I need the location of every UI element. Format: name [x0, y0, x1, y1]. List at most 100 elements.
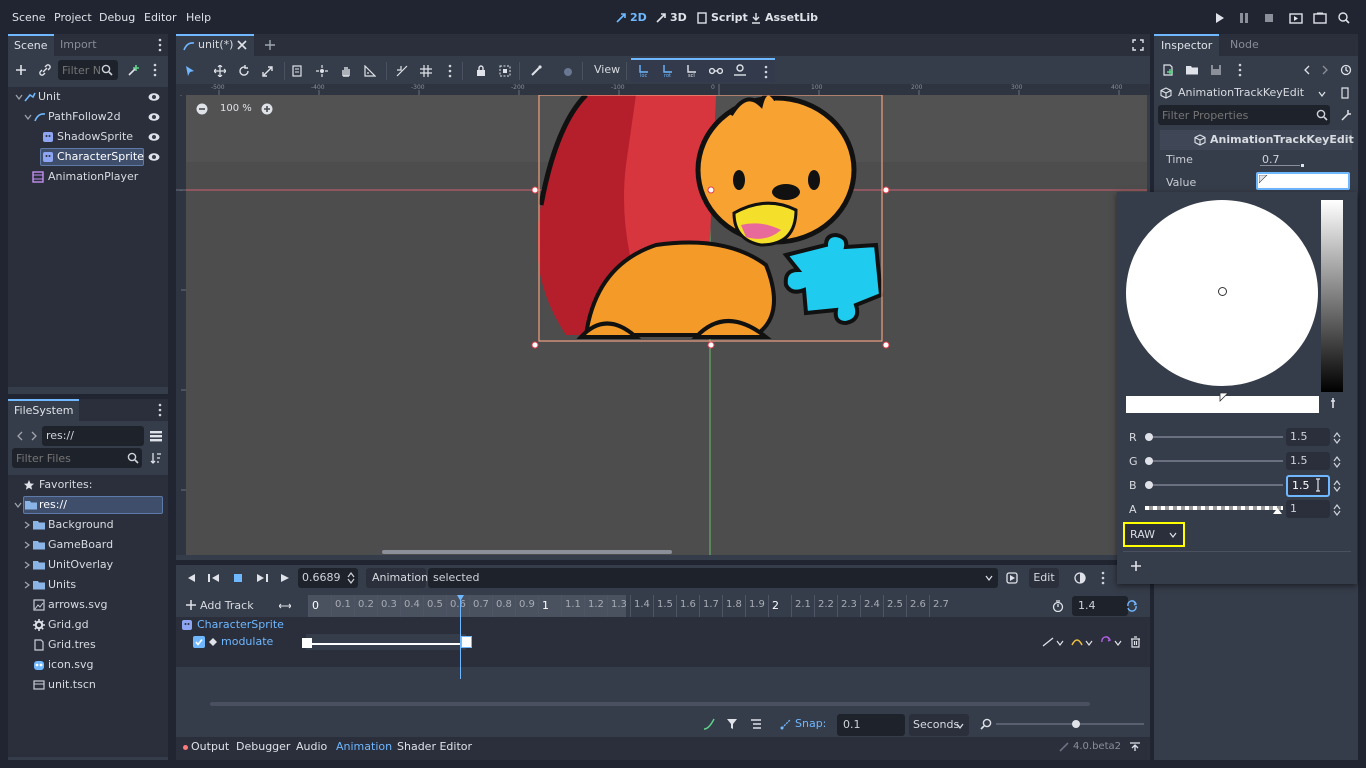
bottom-tab-audio[interactable]: Audio — [296, 740, 327, 753]
smart-snap-icon[interactable] — [392, 61, 412, 81]
select-tool-icon[interactable] — [180, 61, 200, 81]
bezier-icon[interactable] — [703, 718, 715, 730]
eyedropper-icon[interactable] — [1329, 398, 1337, 410]
property-time-slider[interactable] — [1260, 165, 1300, 166]
path-field[interactable]: res:// — [42, 426, 144, 446]
script-icon[interactable] — [1340, 87, 1352, 99]
menu-debug[interactable]: Debug — [99, 11, 135, 24]
channel-b-slider[interactable] — [1145, 484, 1283, 486]
chevron-down-icon[interactable] — [1085, 640, 1093, 646]
chevron-right-icon[interactable] — [23, 561, 31, 569]
attach-script-icon[interactable] — [127, 64, 140, 77]
interpolation-linear-icon[interactable] — [1042, 637, 1054, 647]
playhead[interactable] — [460, 595, 461, 679]
new-resource-icon[interactable] — [1162, 64, 1174, 76]
filter-properties-input[interactable] — [1158, 105, 1330, 125]
kebab-icon[interactable] — [153, 63, 157, 77]
key-auto-icon[interactable] — [733, 64, 747, 78]
bottom-tab-shader-editor[interactable]: Shader Editor — [397, 740, 472, 753]
pause-button[interactable] — [1238, 12, 1250, 24]
file-item-icon-svg[interactable]: icon.svg — [8, 655, 168, 675]
list-select-icon[interactable] — [288, 61, 308, 81]
channel-g-input[interactable]: 1.5 — [1286, 452, 1330, 470]
key-rotation-icon[interactable]: rot — [661, 64, 675, 78]
loop-wrap-icon[interactable] — [1100, 636, 1112, 648]
chevron-right-icon[interactable] — [23, 581, 31, 589]
key-insert-icon[interactable] — [709, 65, 723, 77]
track-group-label[interactable]: CharacterSprite — [197, 618, 284, 631]
eye-icon[interactable] — [148, 131, 160, 143]
property-time-grabber[interactable] — [1301, 164, 1304, 167]
pivot-icon[interactable] — [312, 61, 332, 81]
snap-value-field[interactable]: 0.1 — [837, 714, 905, 736]
view-menu-button[interactable]: View — [594, 63, 620, 76]
tab-inspector[interactable]: Inspector — [1154, 34, 1220, 56]
workspace-script-button[interactable]: Script — [696, 11, 748, 24]
stop-button[interactable] — [1263, 12, 1275, 24]
track-list-icon[interactable] — [750, 718, 762, 730]
spin-arrows-icon[interactable] — [1333, 456, 1341, 468]
close-icon[interactable] — [237, 40, 247, 50]
section-header[interactable]: AnimationTrackKeyEdit — [1160, 130, 1354, 150]
kebab-icon[interactable] — [158, 38, 162, 52]
key-scale-icon[interactable]: scl — [685, 64, 699, 78]
property-value-color-button[interactable] — [1256, 172, 1350, 190]
eye-icon[interactable] — [148, 151, 160, 163]
kebab-icon[interactable] — [158, 403, 162, 417]
animation-select[interactable]: selected — [428, 568, 998, 588]
horizontal-scrollbar[interactable] — [382, 550, 672, 554]
file-item-unit-tscn[interactable]: unit.tscn — [8, 675, 168, 695]
file-item-grid-gd[interactable]: Grid.gd — [8, 615, 168, 635]
move-tool-icon[interactable] — [210, 61, 230, 81]
spin-arrows-icon[interactable] — [1333, 480, 1341, 492]
channel-r-grabber[interactable] — [1145, 433, 1153, 441]
color-mode-select[interactable]: RAW — [1123, 522, 1185, 547]
kebab-icon[interactable] — [440, 61, 460, 81]
kebab-icon[interactable] — [764, 65, 768, 79]
add-icon[interactable] — [186, 600, 196, 610]
character-sprite[interactable] — [186, 95, 1147, 555]
tree-item-charactersprite[interactable]: CharacterSprite — [8, 147, 168, 167]
file-item-grid-tres[interactable]: Grid.tres — [8, 635, 168, 655]
forward-arrow-icon[interactable] — [1321, 65, 1329, 75]
channel-r-slider[interactable] — [1145, 436, 1283, 438]
play-from-start-icon[interactable] — [256, 573, 268, 583]
particles-icon[interactable] — [558, 61, 578, 81]
grid-snap-icon[interactable] — [416, 61, 436, 81]
play-button[interactable] — [1213, 12, 1225, 24]
bottom-tab-debugger[interactable]: Debugger — [236, 740, 290, 753]
chevron-down-icon[interactable] — [985, 575, 993, 581]
file-item-unitoverlay[interactable]: UnitOverlay — [8, 555, 168, 575]
add-tab-icon[interactable] — [264, 39, 276, 51]
play-icon[interactable] — [280, 573, 290, 583]
rotate-tool-icon[interactable] — [234, 61, 254, 81]
menu-scene[interactable]: Scene — [12, 11, 46, 24]
file-item-arrows-svg[interactable]: arrows.svg — [8, 595, 168, 615]
tree-item-animationplayer[interactable]: AnimationPlayer — [8, 167, 168, 187]
channel-b-grabber[interactable] — [1145, 481, 1153, 489]
back-arrow-icon[interactable] — [16, 431, 24, 441]
menu-help[interactable]: Help — [186, 11, 211, 24]
file-item-gameboard[interactable]: GameBoard — [8, 535, 168, 555]
chevron-down-icon[interactable] — [956, 723, 964, 729]
chevron-down-icon[interactable] — [15, 93, 23, 101]
eye-icon[interactable] — [148, 91, 160, 103]
skeleton-icon[interactable] — [526, 61, 546, 81]
ruler-icon[interactable] — [360, 61, 380, 81]
channel-b-input[interactable]: 1.5 — [1286, 475, 1330, 497]
tree-item-shadowsprite[interactable]: ShadowSprite — [8, 127, 168, 147]
scene-tab-unit[interactable]: unit(*) — [176, 34, 254, 56]
filter-icon[interactable] — [726, 718, 738, 730]
animation-length-field[interactable]: 1.4 — [1072, 596, 1128, 616]
tab-filesystem[interactable]: FileSystem — [8, 399, 80, 421]
file-item-background[interactable]: Background — [8, 515, 168, 535]
play-backwards-icon[interactable] — [186, 573, 196, 583]
onion-skin-icon[interactable] — [1074, 572, 1086, 584]
track-label-modulate[interactable]: modulate — [221, 635, 273, 648]
bottom-tab-output[interactable]: Output — [191, 740, 229, 753]
menu-editor[interactable]: Editor — [144, 11, 177, 24]
tools-icon[interactable] — [1340, 109, 1352, 121]
channel-a-input[interactable]: 1 — [1286, 500, 1330, 518]
channel-g-grabber[interactable] — [1145, 457, 1153, 465]
scale-tool-icon[interactable] — [258, 61, 278, 81]
